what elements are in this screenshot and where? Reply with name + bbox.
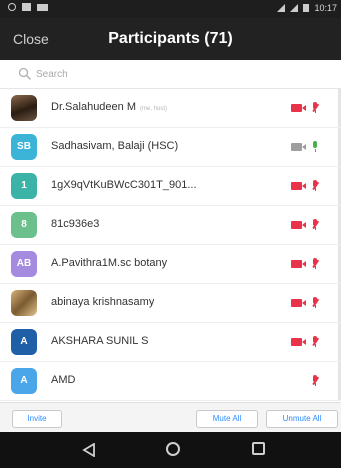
wifi-icon (290, 4, 299, 12)
participant-name-text: abinaya krishnasamy (51, 296, 155, 308)
participant-name: abinaya krishnasamy (51, 296, 154, 308)
image-notification-icon (22, 3, 31, 11)
status-left-icons (8, 3, 48, 11)
participant-list: Dr.Salahudeen M (me, host) SB Sadhasivam, B… (0, 89, 341, 401)
avatar: AB (11, 251, 37, 277)
host-tag: (me, host) (140, 106, 168, 112)
avatar (11, 290, 37, 316)
participant-status-icons (291, 219, 331, 231)
invite-button[interactable]: Invite (12, 410, 62, 428)
avatar: A (11, 368, 37, 394)
search-input[interactable] (36, 66, 326, 82)
mic-muted-icon (312, 258, 319, 270)
participant-row[interactable]: SB Sadhasivam, Balaji (HSC) (0, 128, 341, 167)
mic-muted-icon (312, 180, 319, 192)
participant-name: 1gX9qVtKuBWcC301T_901... (51, 179, 197, 191)
footer-toolbar: Invite Mute All Unmute All (0, 402, 341, 433)
participant-status-icons (291, 102, 331, 114)
header: Close Participants (71) (0, 18, 341, 60)
participant-name: A.Pavithra1M.sc botany (51, 257, 167, 269)
video-off-icon (291, 182, 306, 190)
avatar: 1 (11, 173, 37, 199)
status-right-icons: 10:17 (277, 3, 337, 13)
participant-name-text: Dr.Salahudeen M (51, 101, 136, 113)
video-notification-icon (37, 3, 48, 11)
avatar: SB (11, 134, 37, 160)
participant-name-text: AMD (51, 374, 76, 386)
participant-name: Sadhasivam, Balaji (HSC) (51, 140, 178, 152)
participant-name: 81c936e3 (51, 218, 99, 230)
participant-row[interactable]: A AMD (0, 362, 341, 401)
participant-name-text: Sadhasivam, Balaji (HSC) (51, 140, 179, 152)
recent-apps-icon[interactable] (252, 442, 265, 455)
video-off-icon (291, 221, 306, 229)
video-off-icon (291, 104, 306, 112)
mic-muted-icon (312, 297, 319, 309)
mic-muted-icon (312, 102, 319, 114)
video-off-icon (291, 299, 306, 307)
participant-name: Dr.Salahudeen M (me, host) (51, 101, 167, 113)
participant-name-text: 81c936e3 (51, 218, 100, 230)
mic-muted-icon (312, 336, 319, 348)
home-icon[interactable] (166, 442, 180, 456)
mic-muted-icon (312, 219, 319, 231)
participant-row[interactable]: Dr.Salahudeen M (me, host) (0, 89, 341, 128)
video-off-icon (291, 338, 306, 346)
notification-icon (8, 3, 16, 11)
participant-name-text: AKSHARA SUNIL S (51, 335, 149, 347)
avatar: A (11, 329, 37, 355)
search-bar (0, 60, 341, 89)
participant-row[interactable]: 1 1gX9qVtKuBWcC301T_901... (0, 167, 341, 206)
unmute-all-button[interactable]: Unmute All (266, 410, 338, 428)
participant-row[interactable]: A AKSHARA SUNIL S (0, 323, 341, 362)
android-nav-bar (0, 432, 341, 468)
status-bar: 10:17 (0, 0, 341, 18)
video-on-icon (291, 143, 306, 151)
participant-name-text: 1gX9qVtKuBWcC301T_901... (51, 179, 197, 191)
participant-status-icons (291, 141, 331, 153)
status-time: 10:17 (314, 3, 337, 13)
video-off-icon (291, 260, 306, 268)
signal-icon (277, 4, 286, 12)
participant-status-icons (291, 297, 331, 309)
participant-status-icons (291, 258, 331, 270)
participant-status-icons (291, 375, 331, 387)
back-icon[interactable] (82, 443, 96, 457)
mic-active-icon (312, 141, 318, 153)
participant-name: AMD (51, 374, 75, 386)
participant-status-icons (291, 180, 331, 192)
avatar: 8 (11, 212, 37, 238)
search-icon (18, 67, 32, 81)
participant-row[interactable]: abinaya krishnasamy (0, 284, 341, 323)
mic-muted-icon (312, 375, 319, 387)
participant-name: AKSHARA SUNIL S (51, 335, 148, 347)
page-title: Participants (71) (108, 30, 233, 47)
participant-row[interactable]: 8 81c936e3 (0, 206, 341, 245)
participant-status-icons (291, 336, 331, 348)
participant-row[interactable]: AB A.Pavithra1M.sc botany (0, 245, 341, 284)
battery-icon (303, 4, 310, 12)
participant-name-text: A.Pavithra1M.sc botany (51, 257, 168, 269)
mute-all-button[interactable]: Mute All (196, 410, 258, 428)
avatar (11, 95, 37, 121)
